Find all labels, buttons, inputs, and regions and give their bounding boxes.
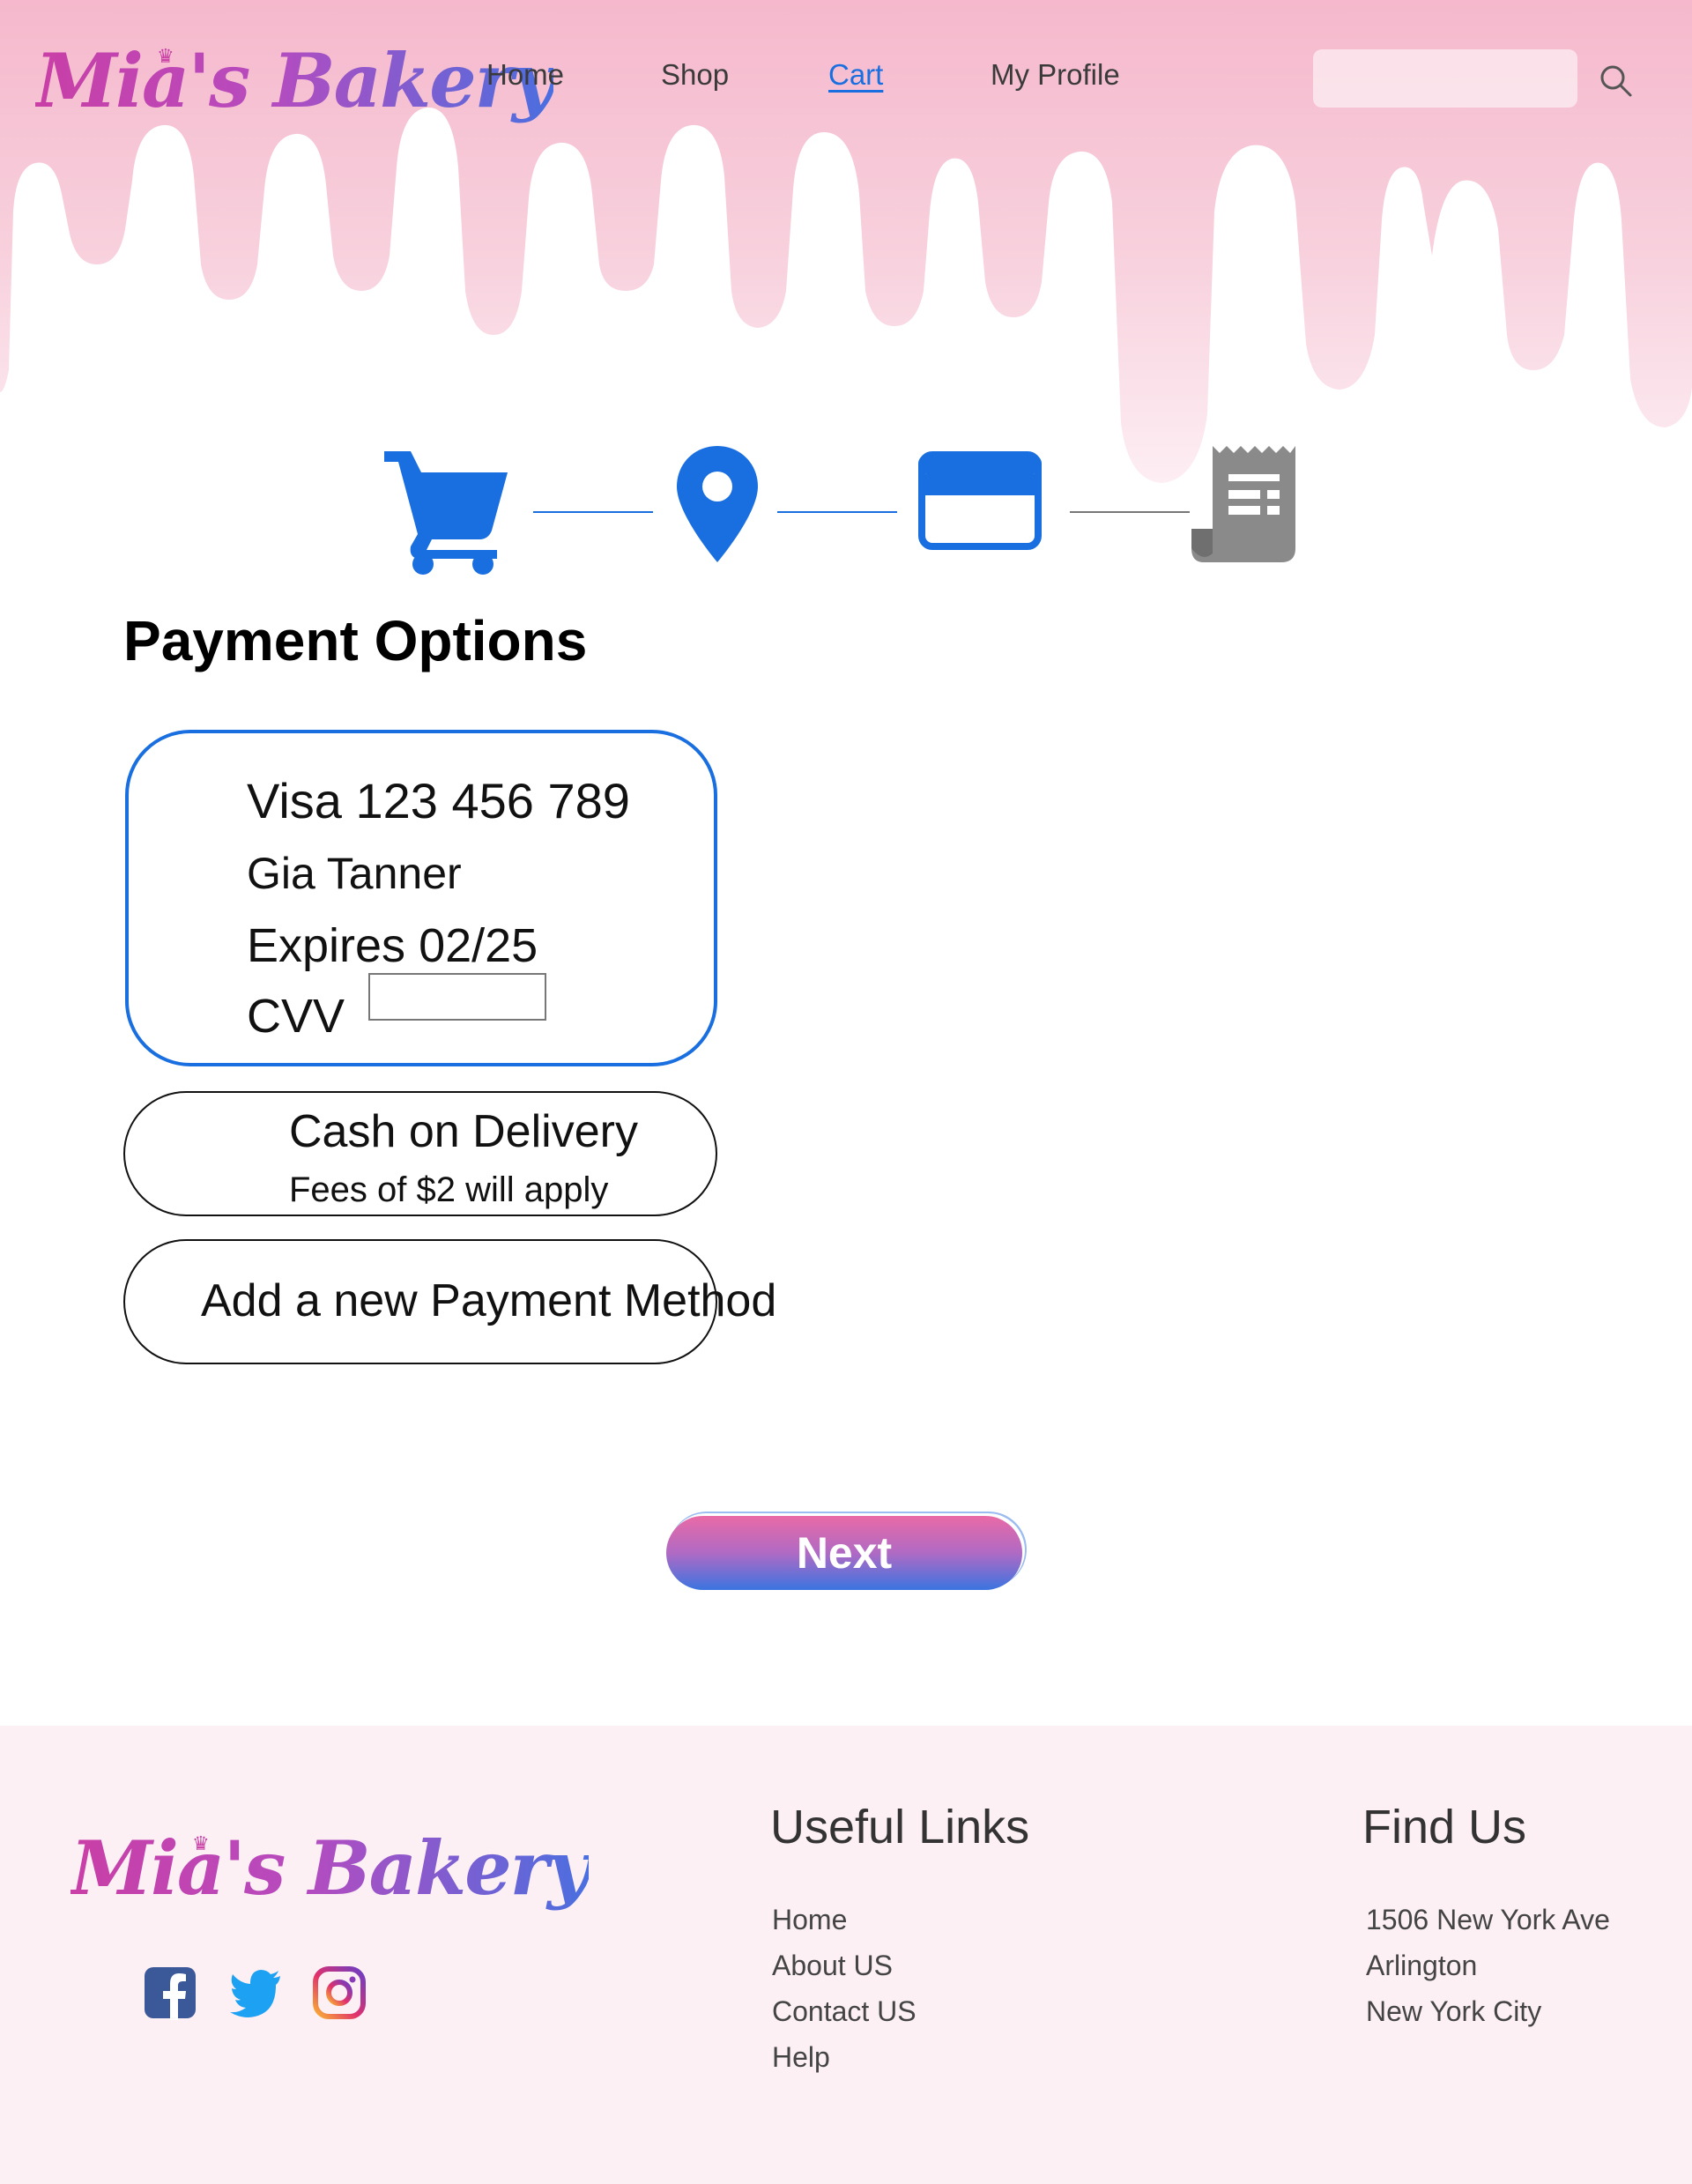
instagram-icon[interactable] bbox=[312, 1965, 367, 2020]
cart-icon bbox=[384, 451, 508, 575]
footer-link-about[interactable]: About US bbox=[772, 1950, 893, 1982]
nav-my-profile[interactable]: My Profile bbox=[991, 58, 1120, 92]
footer-link-help[interactable]: Help bbox=[772, 2041, 830, 2074]
page-title: Payment Options bbox=[123, 609, 588, 672]
address-line: New York City bbox=[1366, 1995, 1542, 2027]
card-holder-name: Gia Tanner bbox=[247, 849, 462, 898]
cvv-input[interactable] bbox=[368, 973, 546, 1021]
useful-links-heading: Useful Links bbox=[770, 1801, 1030, 1853]
cod-fee-note: Fees of $2 will apply bbox=[289, 1170, 609, 1209]
nav-cart[interactable]: Cart bbox=[828, 58, 883, 92]
cvv-label: CVV bbox=[247, 990, 345, 1043]
add-payment-method-label: Add a new Payment Method bbox=[201, 1275, 777, 1326]
saved-card-option[interactable]: Visa 123 456 789 Gia Tanner Expires 02/2… bbox=[125, 730, 717, 1066]
footer-link-contact[interactable]: Contact US bbox=[772, 1995, 916, 2028]
nav-shop[interactable]: Shop bbox=[661, 58, 729, 92]
cake-icon: ♛ bbox=[192, 1833, 210, 1855]
credit-card-icon bbox=[918, 451, 1042, 550]
facebook-icon[interactable] bbox=[143, 1965, 197, 2020]
receipt-icon bbox=[1191, 446, 1295, 562]
address-line: 1506 New York Ave bbox=[1366, 1904, 1610, 1935]
twitter-icon[interactable] bbox=[229, 1965, 284, 2020]
address-line: Arlington bbox=[1366, 1950, 1478, 1981]
search-input[interactable] bbox=[1313, 49, 1577, 108]
brand-logo[interactable]: Mia's Bakery bbox=[35, 37, 555, 124]
find-us-heading: Find Us bbox=[1362, 1801, 1527, 1853]
footer-brand-logo[interactable]: Mia's Bakery bbox=[70, 1824, 590, 1912]
add-payment-method-button[interactable]: Add a new Payment Method bbox=[123, 1239, 776, 1364]
footer-link-home[interactable]: Home bbox=[772, 1904, 847, 1936]
search-icon[interactable] bbox=[1597, 62, 1636, 100]
next-button[interactable]: Next bbox=[666, 1516, 1022, 1590]
location-pin-icon bbox=[677, 446, 758, 562]
cash-on-delivery-option[interactable]: Cash on Delivery Fees of $2 will apply bbox=[123, 1091, 717, 1216]
step-connector bbox=[1070, 511, 1190, 513]
cod-title: Cash on Delivery bbox=[289, 1106, 638, 1157]
step-connector bbox=[533, 511, 653, 513]
card-number: Visa 123 456 789 bbox=[247, 773, 630, 828]
card-expiry: Expires 02/25 bbox=[247, 919, 538, 972]
nav-home[interactable]: Home bbox=[486, 58, 564, 92]
step-connector bbox=[777, 511, 897, 513]
cake-icon: ♛ bbox=[157, 46, 174, 68]
